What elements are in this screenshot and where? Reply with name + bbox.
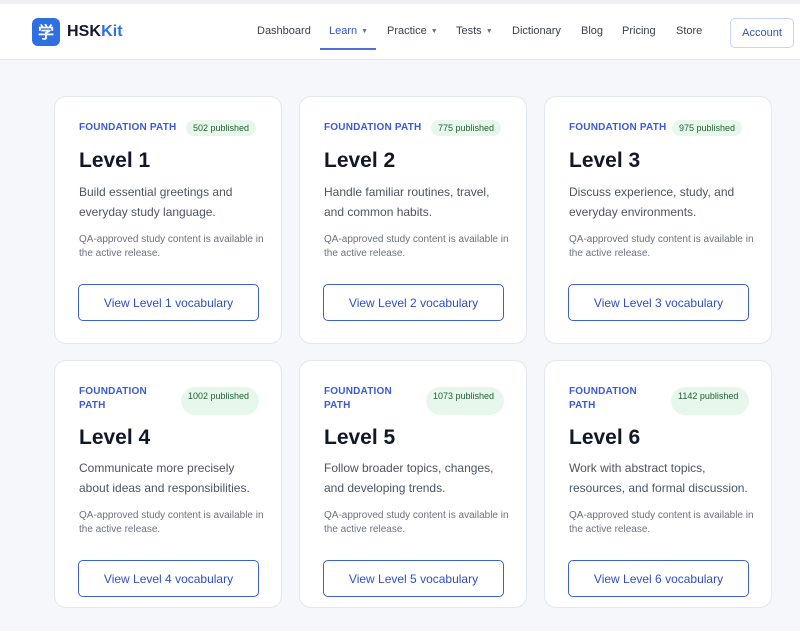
- availability-note: QA-approved study content is available i…: [79, 234, 264, 259]
- nav-learn[interactable]: Learn ▼: [329, 22, 368, 42]
- view-vocabulary-button[interactable]: View Level 6 vocabulary: [568, 560, 749, 597]
- level-description: Discuss experience, study, and everyday …: [569, 185, 735, 219]
- view-vocabulary-button[interactable]: View Level 2 vocabulary: [323, 284, 504, 321]
- account-button[interactable]: Account: [730, 18, 794, 48]
- level-description: Build essential greetings and everyday s…: [79, 185, 233, 219]
- nav-store[interactable]: Store: [676, 22, 702, 40]
- chevron-down-icon: ▼: [485, 28, 493, 35]
- card-eyebrow: FOUNDATION PATH: [569, 386, 637, 411]
- level-description: Handle familiar routines, travel, and co…: [324, 185, 490, 219]
- availability-note: QA-approved study content is available i…: [79, 510, 264, 535]
- level-card: FOUNDATION PATH 1073 published Level 5 F…: [299, 360, 527, 608]
- nav-label: Tests: [456, 25, 482, 37]
- level-title: Level 2: [324, 149, 396, 172]
- nav-pricing[interactable]: Pricing: [622, 22, 656, 40]
- nav-tests[interactable]: Tests ▼: [456, 22, 493, 42]
- active-nav-indicator: [320, 48, 376, 50]
- availability-note: QA-approved study content is available i…: [324, 510, 509, 535]
- view-vocabulary-button[interactable]: View Level 1 vocabulary: [78, 284, 259, 321]
- top-navigation-bar: 学 HSKKit Dashboard Learn ▼ Practice ▼ Test…: [0, 0, 800, 60]
- published-count-badge: 975 published: [672, 120, 743, 136]
- view-vocabulary-button[interactable]: View Level 4 vocabulary: [78, 560, 259, 597]
- published-count-badge: 502 published: [186, 120, 257, 136]
- level-card: FOUNDATION PATH 775 published Level 2 Ha…: [299, 96, 527, 344]
- brand-prefix: HSK: [67, 23, 102, 40]
- nav-dashboard[interactable]: Dashboard: [257, 22, 311, 40]
- card-eyebrow: FOUNDATION PATH: [324, 122, 422, 133]
- published-count-badge: 775 published: [431, 120, 502, 136]
- nav-label: Pricing: [622, 25, 656, 37]
- chevron-down-icon: ▼: [361, 28, 369, 35]
- nav-label: Practice: [387, 25, 427, 37]
- nav-label: Blog: [581, 25, 604, 37]
- card-eyebrow: FOUNDATION PATH: [79, 122, 177, 133]
- level-card: FOUNDATION PATH 975 published Level 3 Di…: [544, 96, 772, 344]
- nav-label: Dictionary: [512, 25, 561, 37]
- nav-label: Dashboard: [257, 25, 311, 37]
- book-logo-icon: 学: [32, 18, 60, 46]
- card-eyebrow: FOUNDATION PATH: [79, 386, 147, 411]
- level-card: FOUNDATION PATH 1142 published Level 6 W…: [544, 360, 772, 608]
- availability-note: QA-approved study content is available i…: [324, 234, 509, 259]
- level-description: Work with abstract topics, resources, an…: [569, 461, 748, 495]
- published-count-badge: 1142 published: [671, 387, 749, 415]
- brand-suffix: Kit: [101, 23, 123, 40]
- availability-note: QA-approved study content is available i…: [569, 234, 754, 259]
- brand-name: HSKKit: [67, 23, 123, 41]
- level-title: Level 3: [569, 149, 641, 172]
- chevron-down-icon: ▼: [430, 28, 438, 35]
- availability-note: QA-approved study content is available i…: [569, 510, 754, 535]
- card-eyebrow: FOUNDATION PATH: [569, 122, 667, 133]
- level-card: FOUNDATION PATH 1002 published Level 4 C…: [54, 360, 282, 608]
- brand[interactable]: 学 HSKKit: [32, 18, 123, 46]
- level-description: Communicate more precisely about ideas a…: [79, 461, 250, 495]
- level-description: Follow broader topics, changes, and deve…: [324, 461, 494, 495]
- logo-glyph: 学: [38, 23, 54, 42]
- view-vocabulary-button[interactable]: View Level 3 vocabulary: [568, 284, 749, 321]
- published-count-badge: 1002 published: [181, 387, 259, 415]
- nav-practice[interactable]: Practice ▼: [387, 22, 438, 42]
- level-title: Level 6: [569, 426, 641, 449]
- nav-label: Learn: [329, 25, 358, 37]
- view-vocabulary-button[interactable]: View Level 5 vocabulary: [323, 560, 504, 597]
- published-count-badge: 1073 published: [426, 387, 504, 415]
- level-title: Level 4: [79, 426, 151, 449]
- card-eyebrow: FOUNDATION PATH: [324, 386, 392, 411]
- nav-blog[interactable]: Blog: [581, 22, 603, 40]
- nav-dictionary[interactable]: Dictionary: [512, 22, 561, 40]
- level-card: FOUNDATION PATH 502 published Level 1 Bu…: [54, 96, 282, 344]
- nav-label: Store: [676, 25, 703, 37]
- level-title: Level 1: [79, 149, 151, 172]
- level-title: Level 5: [324, 426, 396, 449]
